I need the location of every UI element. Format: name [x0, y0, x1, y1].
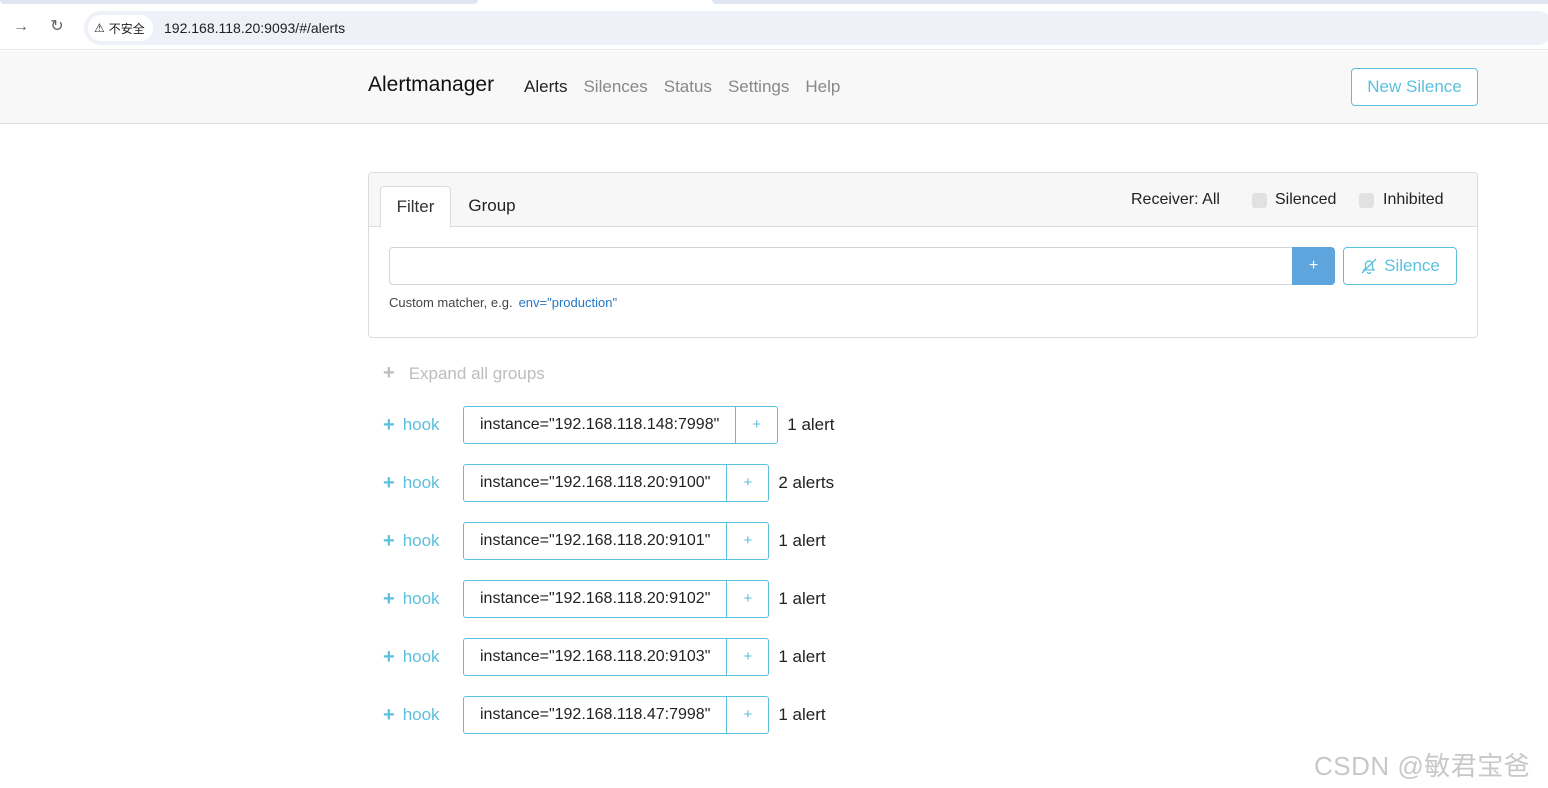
alert-group-row: + hook instance="192.168.118.20:9101" + 1 … — [383, 522, 826, 560]
tab-group[interactable]: Group — [455, 186, 529, 228]
plus-icon: + — [383, 587, 395, 610]
add-matcher-button[interactable]: + — [727, 697, 768, 733]
alert-count: 1 alert — [778, 705, 826, 724]
group-toggle[interactable]: + hook — [383, 646, 463, 669]
group-receiver: hook — [402, 415, 440, 434]
browser-toolbar: → ↻ ⚠ 不安全 192.168.118.20:9093/#/alerts — [0, 5, 1548, 50]
group-receiver: hook — [402, 473, 440, 492]
nav-silences[interactable]: Silences — [583, 77, 647, 97]
forward-icon[interactable]: → — [9, 15, 33, 39]
plus-icon: + — [383, 471, 395, 494]
group-receiver: hook — [402, 705, 440, 724]
matcher-hint: Custom matcher, e.g. env="production" — [389, 295, 617, 310]
group-receiver: hook — [402, 589, 440, 608]
expand-all-label: Expand all groups — [408, 363, 545, 383]
tab-filter[interactable]: Filter — [380, 186, 451, 228]
group-label-text[interactable]: instance="192.168.118.20:9103" — [464, 639, 728, 675]
group-toggle[interactable]: + hook — [383, 588, 463, 611]
hint-text: Custom matcher, e.g. — [389, 295, 513, 310]
security-chip[interactable]: ⚠ 不安全 — [88, 15, 153, 41]
browser-tab[interactable] — [0, 0, 478, 4]
add-matcher-button[interactable]: + — [727, 581, 768, 617]
address-bar[interactable]: ⚠ 不安全 192.168.118.20:9093/#/alerts — [84, 11, 1548, 45]
alert-count: 1 alert — [778, 589, 826, 608]
url-text[interactable]: 192.168.118.20:9093/#/alerts — [164, 11, 345, 45]
silence-button-label: Silence — [1384, 256, 1440, 275]
plus-icon: + — [383, 413, 395, 436]
add-matcher-button[interactable]: + — [727, 465, 768, 501]
group-label-text[interactable]: instance="192.168.118.148:7998" — [464, 407, 737, 443]
nav-status[interactable]: Status — [664, 77, 712, 97]
new-silence-button[interactable]: New Silence — [1351, 68, 1478, 106]
alert-count: 1 alert — [787, 415, 835, 434]
group-receiver: hook — [402, 531, 440, 550]
group-label-text[interactable]: instance="192.168.118.20:9101" — [464, 523, 728, 559]
group-label-text[interactable]: instance="192.168.118.47:7998" — [464, 697, 728, 733]
alert-group-row: + hook instance="192.168.118.20:9100" + 2 … — [383, 464, 834, 502]
silenced-checkbox[interactable] — [1252, 193, 1267, 208]
bell-slash-icon — [1361, 258, 1377, 275]
silenced-label: Silenced — [1275, 191, 1337, 208]
watermark: CSDN @敏君宝爸 — [1314, 751, 1531, 781]
group-label-text[interactable]: instance="192.168.118.20:9100" — [464, 465, 728, 501]
alert-count: 1 alert — [778, 647, 826, 666]
alert-group-row: + hook instance="192.168.118.20:9103" + 1 … — [383, 638, 826, 676]
group-label: instance="192.168.118.20:9102" + — [463, 580, 770, 618]
reload-icon[interactable]: ↻ — [45, 15, 69, 39]
warning-icon: ⚠ — [94, 21, 105, 35]
silence-button[interactable]: Silence — [1343, 247, 1457, 285]
group-label: instance="192.168.118.20:9103" + — [463, 638, 770, 676]
brand[interactable]: Alertmanager — [368, 73, 494, 97]
nav-alerts[interactable]: Alerts — [524, 77, 567, 97]
group-receiver: hook — [402, 647, 440, 666]
inhibited-label: Inhibited — [1383, 191, 1444, 208]
add-matcher-button[interactable]: + — [736, 407, 777, 443]
plus-icon: + — [383, 703, 395, 726]
plus-icon: + — [383, 362, 395, 384]
alert-group-row: + hook instance="192.168.118.148:7998" + 1… — [383, 406, 835, 444]
group-label-text[interactable]: instance="192.168.118.20:9102" — [464, 581, 728, 617]
alert-group-row: + hook instance="192.168.118.20:9102" + 1 … — [383, 580, 826, 618]
group-toggle[interactable]: + hook — [383, 704, 463, 727]
hint-example: env="production" — [518, 295, 618, 310]
alert-count: 1 alert — [778, 531, 826, 550]
group-toggle[interactable]: + hook — [383, 472, 463, 495]
plus-icon: + — [383, 645, 395, 668]
group-label: instance="192.168.118.148:7998" + — [463, 406, 779, 444]
browser-tab[interactable] — [712, 0, 1548, 4]
group-toggle[interactable]: + hook — [383, 414, 463, 437]
group-toggle[interactable]: + hook — [383, 530, 463, 553]
receiver-select[interactable]: Receiver: All — [1131, 191, 1220, 209]
alert-count: 2 alerts — [778, 473, 835, 492]
group-label: instance="192.168.118.20:9100" + — [463, 464, 770, 502]
filter-input[interactable] — [389, 247, 1293, 285]
nav-help[interactable]: Help — [805, 77, 840, 97]
nav-settings[interactable]: Settings — [728, 77, 789, 97]
group-label: instance="192.168.118.20:9101" + — [463, 522, 770, 560]
nav-links: Alerts Silences Status Settings Help — [524, 77, 840, 97]
add-matcher-button[interactable]: + — [727, 523, 768, 559]
filter-card-header: Filter Group Receiver: All Silenced Inhi… — [369, 173, 1477, 228]
security-label: 不安全 — [108, 21, 145, 36]
plus-icon: + — [383, 529, 395, 552]
filter-card: Filter Group Receiver: All Silenced Inhi… — [368, 172, 1478, 338]
alert-group-row: + hook instance="192.168.118.47:7998" + 1 … — [383, 696, 826, 734]
add-filter-button[interactable]: + — [1292, 247, 1335, 285]
inhibited-checkbox[interactable] — [1359, 193, 1374, 208]
app-navbar: Alertmanager Alerts Silences Status Sett… — [0, 51, 1548, 124]
group-label: instance="192.168.118.47:7998" + — [463, 696, 770, 734]
add-matcher-button[interactable]: + — [727, 639, 768, 675]
expand-all-groups[interactable]: + Expand all groups — [383, 362, 545, 385]
